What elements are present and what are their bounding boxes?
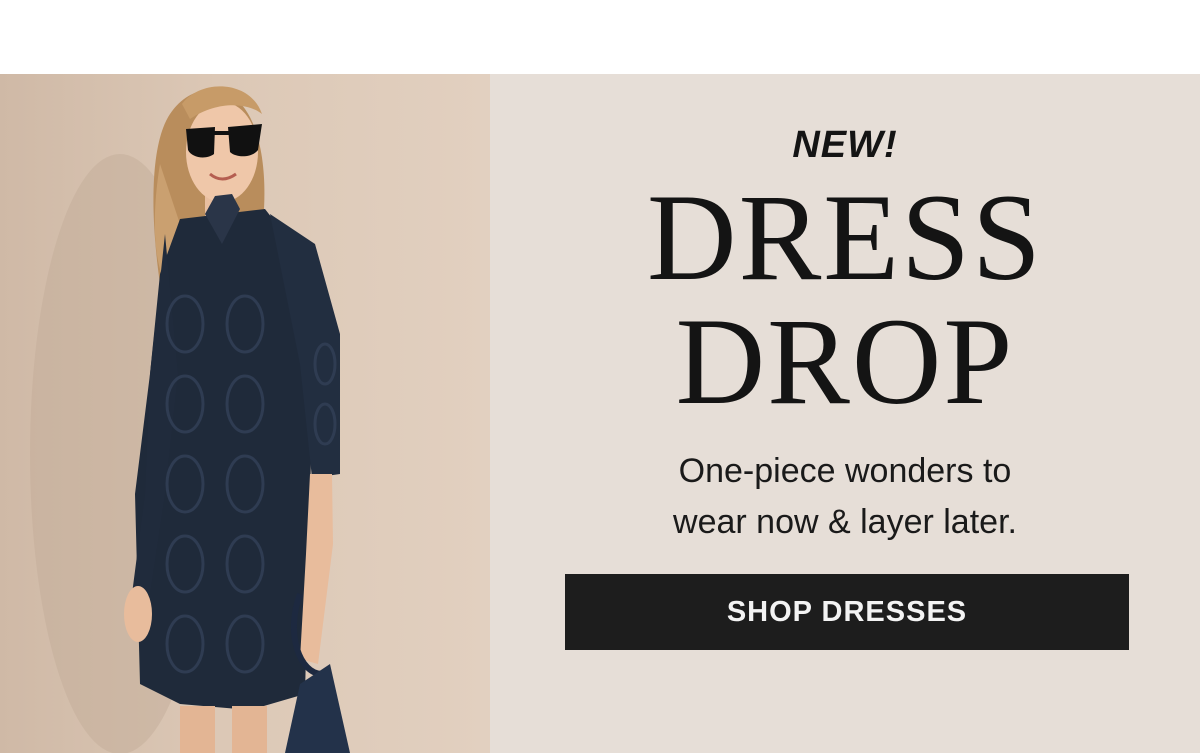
promo-copy: NEW! DRESS DROP One-piece wonders to wea… [490,74,1200,753]
new-label: NEW! [792,124,898,166]
subcopy: One-piece wonders to wear now & layer la… [490,446,1200,548]
subcopy-line-1: One-piece wonders to [678,452,1012,490]
headline-line-2: DROP [675,293,1015,430]
promo-banner[interactable]: NEW! DRESS DROP One-piece wonders to wea… [0,74,1200,753]
top-whitespace [0,0,1200,74]
headline-line-1: DRESS [647,169,1043,306]
shop-dresses-button[interactable]: SHOP DRESSES [565,574,1129,650]
model-photo[interactable] [0,74,490,753]
model-illustration [30,86,350,753]
subcopy-line-2: wear now & layer later. [673,503,1017,541]
